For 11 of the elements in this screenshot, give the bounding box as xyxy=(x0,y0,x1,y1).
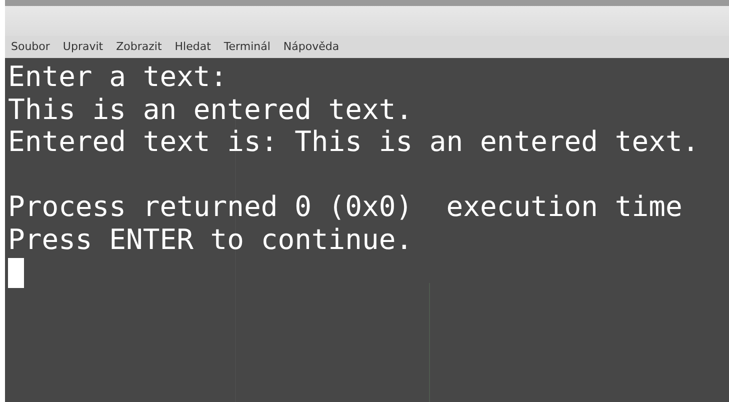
menu-item[interactable]: Nápověda xyxy=(283,38,340,56)
menu-item[interactable]: Soubor xyxy=(11,38,50,56)
terminal-line: Enter a text: xyxy=(8,61,228,94)
menu-item[interactable]: Upravit xyxy=(62,38,104,56)
terminal-line: Process returned 0 (0x0) execution time xyxy=(8,191,682,224)
terminal-line: Entered text is: This is an entered text. xyxy=(8,126,700,158)
menu-item[interactable]: Hledat xyxy=(174,38,211,56)
menu-item[interactable]: Zobrazit xyxy=(116,38,162,56)
menu-item[interactable]: Terminál xyxy=(224,38,270,56)
terminal-line: Press ENTER to continue. xyxy=(8,224,413,256)
terminal-line: This is an entered text. xyxy=(8,94,413,126)
